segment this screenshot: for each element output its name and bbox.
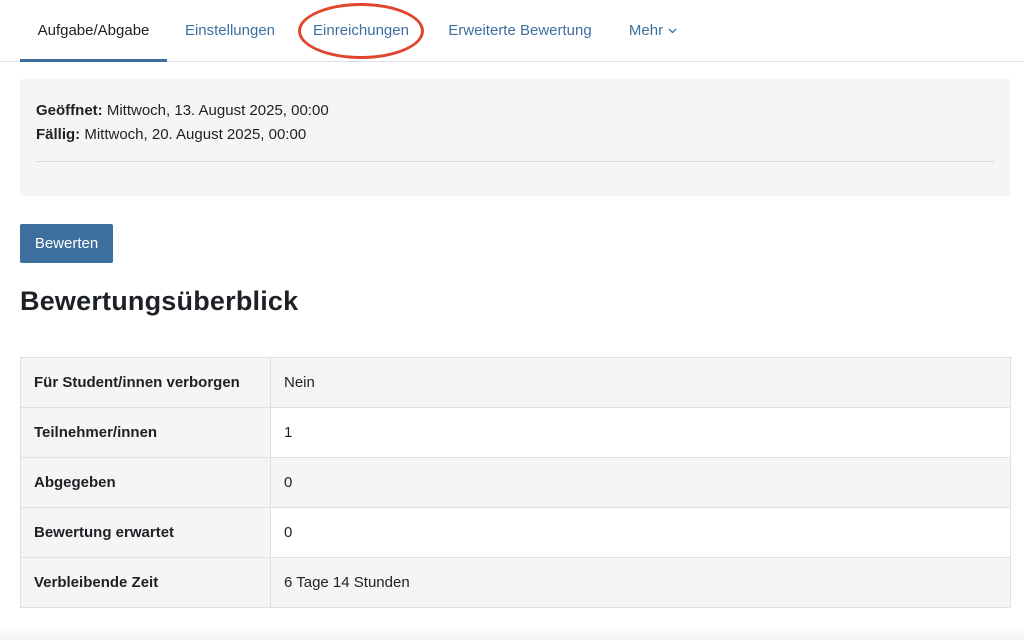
row-label: Abgegeben xyxy=(20,457,271,508)
table-row: Für Student/innen verborgen Nein xyxy=(20,357,1011,408)
row-value: 0 xyxy=(270,507,1011,558)
row-label: Für Student/innen verborgen xyxy=(20,357,271,408)
opened-date: Geöffnet: Mittwoch, 13. August 2025, 00:… xyxy=(36,99,994,123)
table-row: Verbleibende Zeit 6 Tage 14 Stunden xyxy=(20,557,1011,608)
grade-button[interactable]: Bewerten xyxy=(20,224,113,263)
row-value: 6 Tage 14 Stunden xyxy=(270,557,1011,608)
chevron-down-icon xyxy=(668,26,677,37)
tab-submissions[interactable]: Einreichungen xyxy=(303,0,419,61)
due-value: Mittwoch, 20. August 2025, 00:00 xyxy=(84,126,307,143)
opened-label: Geöffnet: xyxy=(36,102,103,119)
bottom-fade xyxy=(0,628,1024,640)
activity-dates-panel: Geöffnet: Mittwoch, 13. August 2025, 00:… xyxy=(20,79,1010,196)
tab-settings[interactable]: Einstellungen xyxy=(175,0,285,61)
tab-more[interactable]: Mehr xyxy=(620,0,686,61)
row-value: 1 xyxy=(270,407,1011,458)
due-label: Fällig: xyxy=(36,126,81,143)
tab-more-label: Mehr xyxy=(628,22,664,39)
page: Aufgabe/Abgabe Einstellungen Einreichung… xyxy=(0,0,1024,640)
grading-summary-heading: Bewertungsüberblick xyxy=(20,286,299,316)
row-label: Bewertung erwartet xyxy=(20,507,271,558)
divider xyxy=(36,161,994,162)
row-value: 0 xyxy=(270,457,1011,508)
table-row: Abgegeben 0 xyxy=(20,457,1011,508)
due-date: Fällig: Mittwoch, 20. August 2025, 00:00 xyxy=(36,123,994,147)
table-row: Teilnehmer/innen 1 xyxy=(20,407,1011,458)
row-label: Verbleibende Zeit xyxy=(20,557,271,608)
row-value: Nein xyxy=(270,357,1011,408)
table-row: Bewertung erwartet 0 xyxy=(20,507,1011,558)
tab-assignment[interactable]: Aufgabe/Abgabe xyxy=(20,0,167,62)
secondary-navigation: Aufgabe/Abgabe Einstellungen Einreichung… xyxy=(0,0,1024,62)
tab-advanced-grading[interactable]: Erweiterte Bewertung xyxy=(436,0,604,61)
row-label: Teilnehmer/innen xyxy=(20,407,271,458)
opened-value: Mittwoch, 13. August 2025, 00:00 xyxy=(106,102,329,119)
grading-summary-table: Für Student/innen verborgen Nein Teilneh… xyxy=(20,357,1011,608)
